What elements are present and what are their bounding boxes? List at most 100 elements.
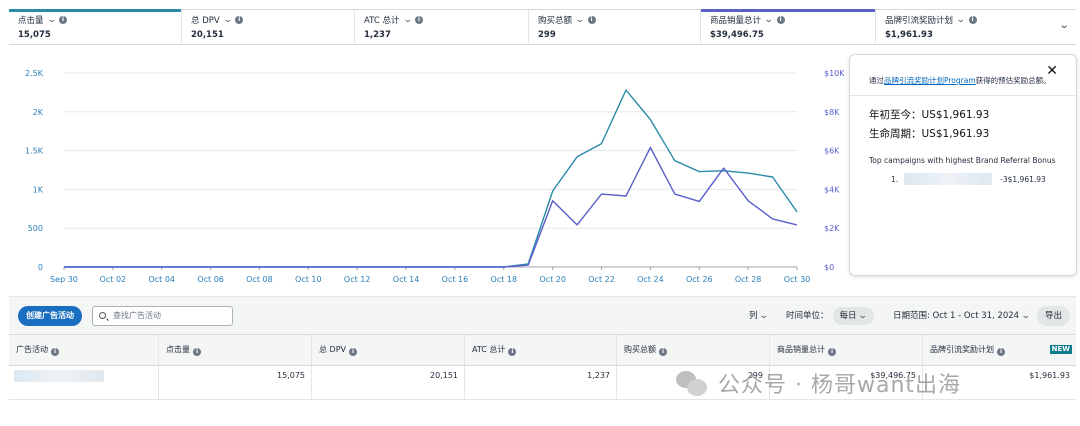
campaign-name-redacted bbox=[904, 173, 993, 185]
x-tick-label: Sep 30 bbox=[50, 275, 78, 284]
tab-label: 购买总额 bbox=[538, 16, 573, 26]
program-link[interactable]: 品牌引流奖励计划Program bbox=[884, 76, 976, 85]
top-campaign-row: 1. -3$1,961.93 bbox=[869, 173, 1058, 185]
search-icon bbox=[99, 312, 106, 319]
tab-label: 总 DPV bbox=[191, 16, 220, 26]
x-tick-label: Oct 24 bbox=[637, 275, 664, 284]
tab-brand-referral[interactable]: 品牌引流奖励计划 ⌄ i $1,961.93 bbox=[876, 10, 1048, 44]
info-icon[interactable]: i bbox=[235, 16, 244, 24]
info-icon[interactable]: i bbox=[349, 348, 357, 356]
info-icon[interactable]: i bbox=[997, 348, 1005, 356]
chevron-down-icon[interactable]: ⌄ bbox=[46, 15, 56, 25]
info-icon[interactable]: i bbox=[193, 348, 201, 356]
tab-label: 商品销量总计 bbox=[710, 16, 762, 26]
col-purchases[interactable]: 购买总额 i bbox=[617, 335, 770, 365]
y-tick-left: 2.5K bbox=[25, 69, 44, 78]
search-input[interactable]: 查找广告活动 bbox=[92, 306, 233, 326]
y-axis-left: 0 500 1K 1.5K 2K 2.5K bbox=[25, 69, 44, 272]
x-tick-label: Oct 04 bbox=[148, 275, 175, 284]
create-campaign-button[interactable]: 创建广告活动 bbox=[18, 306, 82, 326]
x-tick-label: Oct 08 bbox=[246, 275, 273, 284]
cell-clicks: 15,075 bbox=[159, 366, 312, 400]
series-line-1 bbox=[64, 89, 798, 268]
time-unit-select[interactable]: 每日 ⌄ bbox=[832, 307, 874, 325]
chevron-down-icon[interactable]: ⌄ bbox=[223, 15, 233, 25]
x-tick-label: Oct 14 bbox=[393, 275, 420, 284]
col-sales[interactable]: 商品销量总计 i bbox=[770, 335, 923, 365]
y-tick-right: $8K bbox=[824, 108, 840, 117]
lifetime-total: 生命周期：US$1,961.93 bbox=[869, 128, 990, 140]
top-campaign-index: 1. bbox=[891, 174, 899, 184]
time-unit: 时间单位： 每日 ⌄ bbox=[786, 306, 874, 326]
tab-purchases[interactable]: 购买总额 ⌄ i 299 bbox=[529, 10, 701, 44]
tab-value: 20,151 bbox=[191, 30, 224, 40]
divider bbox=[850, 95, 1076, 96]
export-button[interactable]: 导出 bbox=[1036, 306, 1070, 326]
tab-label: 品牌引流奖励计划 bbox=[885, 16, 954, 26]
metric-tabs: 点击量 ⌄ i 15,075 总 DPV ⌄ i 20,151 ATC 总计 ⌄ i 1,2… bbox=[9, 9, 1076, 45]
x-tick-label: Oct 22 bbox=[588, 275, 615, 284]
info-icon[interactable]: i bbox=[51, 348, 59, 356]
brand-referral-panel: ✕ 通过品牌引流奖励计划Program获得的预估奖励总额。 年初至今：US$1,… bbox=[849, 54, 1077, 276]
expand-tabs-chevron-icon[interactable]: ⌄ bbox=[1058, 20, 1069, 31]
y-tick-right: $4K bbox=[824, 185, 840, 194]
wechat-logo-icon bbox=[676, 369, 708, 397]
y-tick-right: $0 bbox=[824, 263, 834, 272]
info-icon[interactable]: i bbox=[508, 348, 517, 356]
tab-label: 点击量 bbox=[18, 16, 44, 26]
y-tick-right: $10K bbox=[824, 69, 845, 78]
col-dpv[interactable]: 总 DPV i bbox=[312, 335, 465, 365]
cell-atc: 1,237 bbox=[465, 366, 617, 400]
info-icon[interactable]: i bbox=[776, 16, 785, 24]
x-tick-label: Oct 02 bbox=[100, 275, 127, 284]
x-tick-label: Oct 16 bbox=[442, 275, 469, 284]
chevron-down-icon[interactable]: ⌄ bbox=[956, 15, 966, 25]
tab-clicks[interactable]: 点击量 ⌄ i 15,075 bbox=[9, 9, 182, 44]
col-atc[interactable]: ATC 总计 i bbox=[465, 335, 617, 365]
chevron-down-icon: ⌄ bbox=[858, 311, 868, 321]
chevron-down-icon[interactable]: ⌄ bbox=[764, 15, 774, 25]
col-clicks[interactable]: 点击量 i bbox=[159, 335, 312, 365]
col-brand-referral[interactable]: 品牌引流奖励计划 i NEW bbox=[923, 335, 1076, 365]
y-tick-left: 2K bbox=[33, 108, 44, 117]
x-tick-label: Oct 30 bbox=[784, 275, 811, 284]
y-tick-left: 1.5K bbox=[25, 147, 44, 156]
info-icon[interactable]: i bbox=[968, 16, 977, 24]
chevron-down-icon[interactable]: ⌄ bbox=[575, 15, 585, 25]
campaign-name-cell[interactable] bbox=[9, 366, 159, 400]
tab-value: 15,075 bbox=[18, 30, 51, 40]
info-icon[interactable]: i bbox=[828, 348, 836, 356]
campaign-name-redacted bbox=[14, 370, 104, 382]
x-tick-label: Oct 28 bbox=[735, 275, 762, 284]
y-axis-right: $0 $2K $4K $6K $8K $10K bbox=[824, 69, 845, 272]
y-tick-left: 500 bbox=[28, 224, 43, 233]
col-campaign[interactable]: 广告活动 i bbox=[9, 335, 159, 365]
chevron-down-icon: ⌄ bbox=[759, 311, 769, 321]
time-unit-label: 时间单位： bbox=[786, 311, 829, 321]
x-axis: Sep 30 Oct 02 Oct 04 Oct 06 Oct 08 Oct 10 Oct … bbox=[50, 267, 810, 284]
columns-dropdown[interactable]: 列 ⌄ bbox=[749, 306, 769, 326]
top-campaign-value: -3$1,961.93 bbox=[1000, 174, 1046, 184]
tab-value: $1,961.93 bbox=[885, 30, 933, 40]
performance-chart: 0 500 1K 1.5K 2K 2.5K $0 $2K $4K $6K $8K $10K Sep … bbox=[25, 69, 845, 284]
tab-sales[interactable]: 商品销量总计 ⌄ i $39,496.75 bbox=[701, 9, 876, 44]
close-icon[interactable]: ✕ bbox=[1046, 63, 1058, 79]
tab-value: $39,496.75 bbox=[710, 30, 764, 40]
info-icon[interactable]: i bbox=[415, 16, 424, 24]
tab-dpv[interactable]: 总 DPV ⌄ i 20,151 bbox=[182, 10, 355, 44]
watermark: 公众号 · 杨哥want出海 bbox=[676, 366, 961, 400]
x-tick-label: Oct 12 bbox=[344, 275, 371, 284]
tab-atc[interactable]: ATC 总计 ⌄ i 1,237 bbox=[355, 10, 529, 44]
table-header: 广告活动 i 点击量 i 总 DPV i ATC 总计 i 购买总额 i 商品销量总计 i … bbox=[9, 334, 1076, 366]
info-icon[interactable]: i bbox=[659, 348, 667, 356]
y-tick-left: 0 bbox=[38, 263, 43, 272]
chevron-down-icon[interactable]: ⌄ bbox=[402, 15, 412, 25]
tab-value: 299 bbox=[538, 30, 556, 40]
x-tick-label: Oct 18 bbox=[491, 275, 518, 284]
watermark-text: 公众号 · 杨哥want出海 bbox=[718, 373, 962, 398]
series-lines bbox=[64, 89, 798, 268]
info-icon[interactable]: i bbox=[587, 16, 596, 24]
x-tick-label: Oct 06 bbox=[197, 275, 224, 284]
info-icon[interactable]: i bbox=[59, 16, 68, 24]
date-range-picker[interactable]: 日期范围: Oct 1 - Oct 31, 2024 ⌄ bbox=[893, 306, 1030, 326]
